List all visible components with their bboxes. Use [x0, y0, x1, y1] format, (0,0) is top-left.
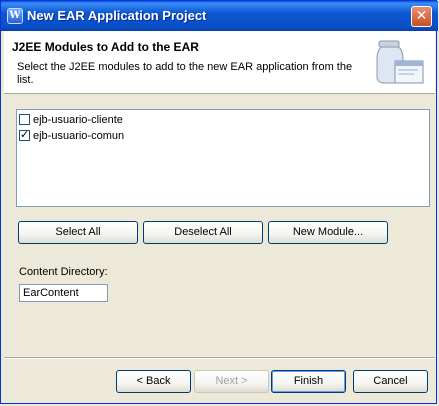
select-all-button[interactable]: Select All [18, 221, 138, 244]
wizard-banner: J2EE Modules to Add to the EAR Select th… [4, 31, 435, 94]
new-module-button[interactable]: New Module... [268, 221, 388, 244]
finish-button[interactable]: Finish [271, 370, 346, 393]
module-item-1[interactable]: ejb-usuario-comun [19, 128, 124, 143]
window-title: New EAR Application Project [27, 8, 207, 23]
module-label: ejb-usuario-cliente [33, 113, 123, 126]
page-title: J2EE Modules to Add to the EAR [12, 40, 199, 54]
dialog-window: W New EAR Application Project ✕ J2EE Mod… [0, 0, 438, 404]
page-description: Select the J2EE modules to add to the ne… [17, 61, 353, 86]
title-bar[interactable]: W New EAR Application Project ✕ [1, 1, 438, 31]
back-button[interactable]: < Back [116, 370, 191, 393]
module-label: ejb-usuario-comun [33, 129, 125, 142]
footer-separator [4, 357, 435, 359]
eclipse-app-icon: W [7, 8, 23, 24]
module-item-0[interactable]: ejb-usuario-cliente [19, 112, 123, 127]
module-checkbox[interactable] [19, 114, 30, 125]
cancel-button[interactable]: Cancel [353, 370, 428, 393]
deselect-all-button[interactable]: Deselect All [143, 221, 263, 244]
close-button[interactable]: ✕ [411, 6, 432, 27]
content-directory-input[interactable]: EarContent [19, 284, 108, 302]
module-checkbox[interactable] [19, 128, 30, 141]
jar-window-icon [376, 40, 424, 84]
modules-list[interactable]: ejb-usuario-cliente ejb-usuario-comun [16, 109, 430, 207]
content-directory-label: Content Directory: [19, 266, 108, 278]
next-button[interactable]: Next > [194, 370, 269, 393]
